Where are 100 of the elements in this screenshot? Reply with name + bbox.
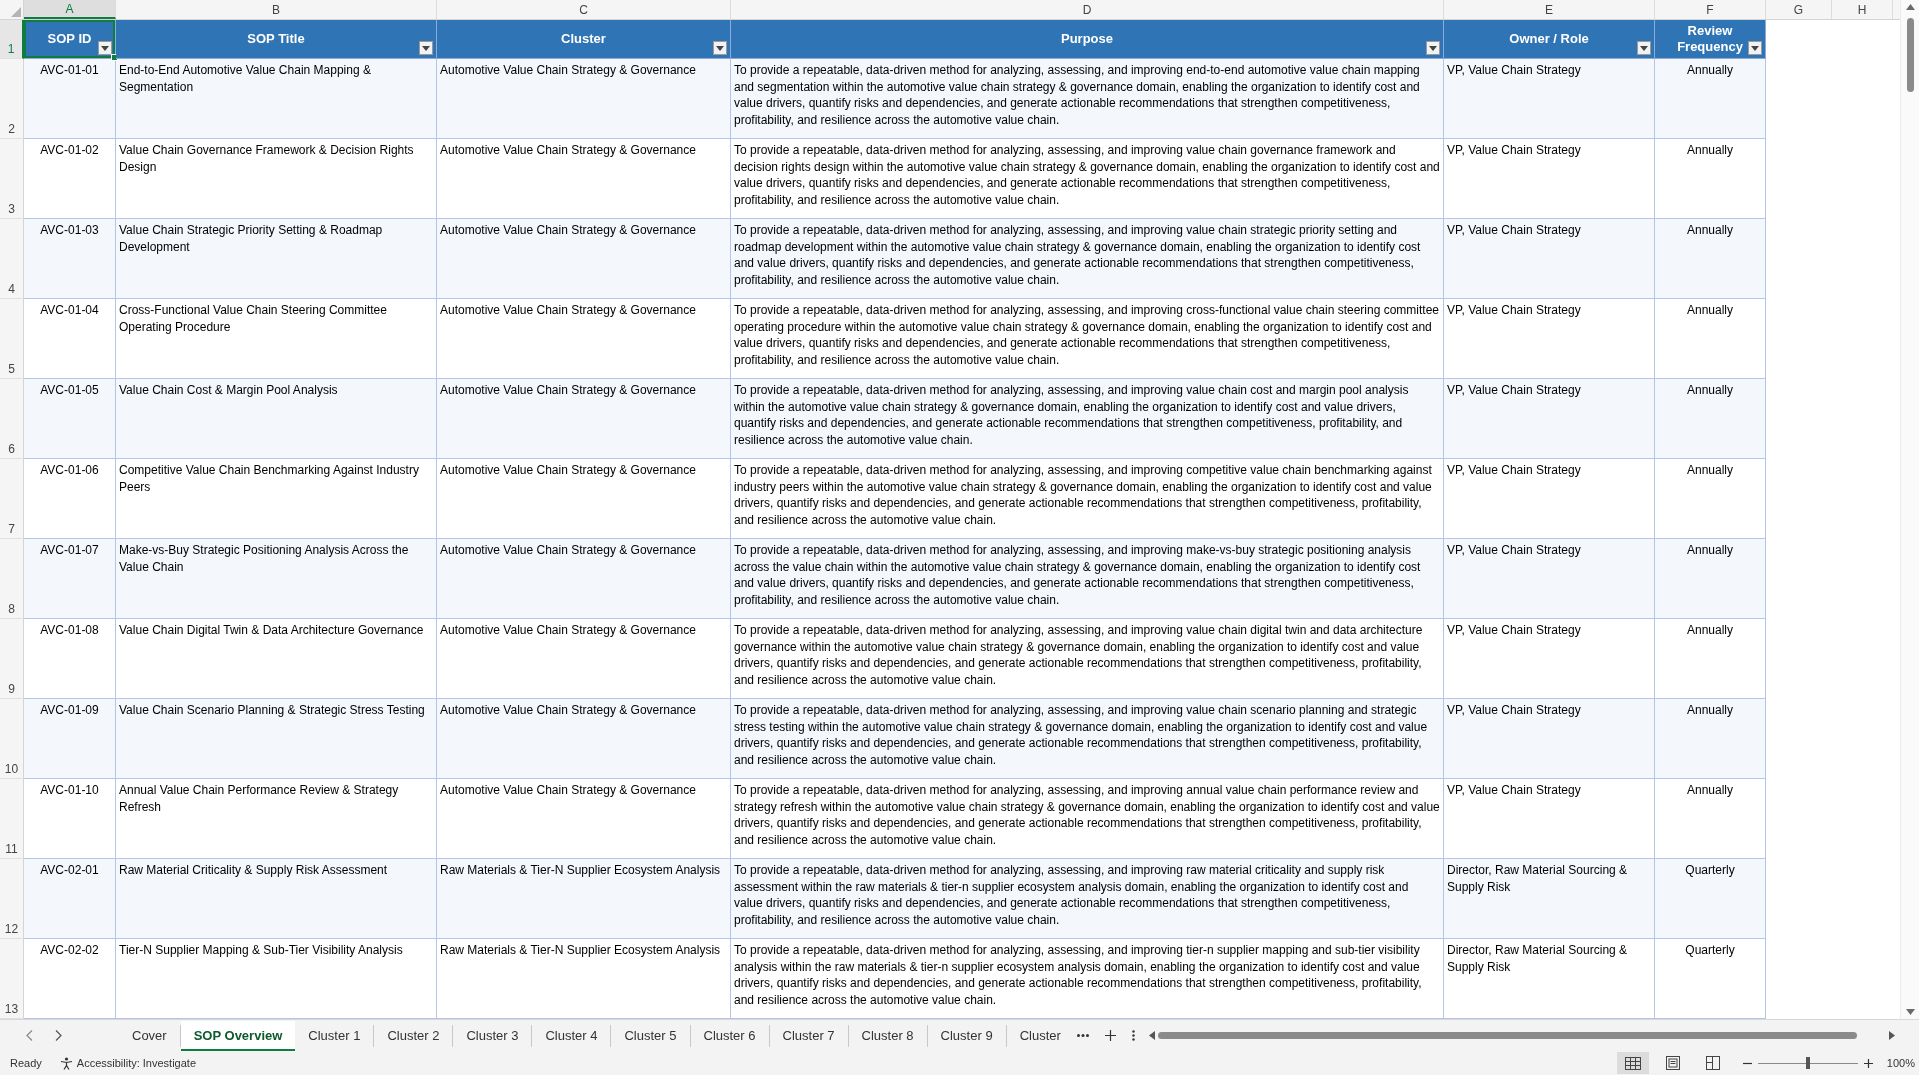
table-cell: VP, Value Chain Strategy bbox=[1444, 539, 1655, 619]
sheet-tab[interactable]: Cluster 4 bbox=[532, 1024, 612, 1047]
column-letter[interactable]: H bbox=[1832, 0, 1893, 19]
table-cell: VP, Value Chain Strategy bbox=[1444, 379, 1655, 459]
scroll-right-arrow-icon[interactable] bbox=[1889, 1031, 1895, 1040]
filter-button[interactable] bbox=[419, 41, 433, 55]
header-label: Owner / Role bbox=[1509, 31, 1589, 47]
table-cell: Annually bbox=[1655, 699, 1766, 779]
table-cell: Annually bbox=[1655, 539, 1766, 619]
zoom-percentage[interactable]: 100% bbox=[1886, 1057, 1915, 1069]
sheet-tab[interactable]: SOP Overview bbox=[180, 1020, 296, 1051]
table-cell: Make-vs-Buy Strategic Positioning Analysis Across the Value Chain bbox=[116, 539, 437, 619]
table-cell: AVC-01-09 bbox=[24, 699, 116, 779]
table-cell: Raw Material Criticality & Supply Risk Assessment bbox=[116, 859, 437, 939]
column-letter[interactable]: A bbox=[24, 0, 116, 19]
table-cell: VP, Value Chain Strategy bbox=[1444, 699, 1655, 779]
sheet-tab[interactable]: Cluster 3 bbox=[453, 1024, 533, 1047]
normal-view-button[interactable] bbox=[1616, 1052, 1649, 1074]
sheet-tab[interactable]: Cluster 1 bbox=[295, 1024, 375, 1047]
table-cell: Quarterly bbox=[1655, 859, 1766, 939]
sheet-tab[interactable]: Cluster 8 bbox=[848, 1024, 928, 1047]
row-number[interactable]: 8 bbox=[0, 539, 24, 619]
row-number[interactable]: 9 bbox=[0, 619, 24, 699]
row-number[interactable]: 13 bbox=[0, 939, 24, 1019]
accessibility-button[interactable]: Accessibility: Investigate bbox=[59, 1056, 196, 1070]
table-cell: Annually bbox=[1655, 59, 1766, 139]
row-number[interactable]: 6 bbox=[0, 379, 24, 459]
filter-button[interactable] bbox=[1426, 41, 1440, 55]
row-number[interactable]: 1 bbox=[0, 20, 24, 59]
row-number[interactable]: 10 bbox=[0, 699, 24, 779]
column-letter[interactable]: B bbox=[116, 0, 437, 19]
column-letter[interactable]: G bbox=[1766, 0, 1832, 19]
table-cell: AVC-01-01 bbox=[24, 59, 116, 139]
table-cell: VP, Value Chain Strategy bbox=[1444, 219, 1655, 299]
table-cell: Value Chain Strategic Priority Setting & Roadmap Development bbox=[116, 219, 437, 299]
column-letter[interactable]: D bbox=[731, 0, 1444, 19]
more-icon[interactable] bbox=[1076, 1034, 1089, 1037]
row-number[interactable]: 2 bbox=[0, 59, 24, 139]
chevron-left-icon[interactable] bbox=[26, 1030, 33, 1041]
zoom-slider-thumb[interactable] bbox=[1805, 1057, 1810, 1069]
table-cell: Value Chain Cost & Margin Pool Analysis bbox=[116, 379, 437, 459]
row-number[interactable]: 12 bbox=[0, 859, 24, 939]
header-label: Review Frequency bbox=[1676, 23, 1744, 55]
table-cell: Automotive Value Chain Strategy & Governance bbox=[437, 219, 731, 299]
sheet-tab[interactable]: Cluster 6 bbox=[690, 1024, 770, 1047]
chevron-right-icon[interactable] bbox=[55, 1030, 62, 1041]
table-cell: AVC-01-07 bbox=[24, 539, 116, 619]
header-label: SOP ID bbox=[47, 31, 92, 47]
vertical-dots-icon[interactable] bbox=[1131, 1030, 1135, 1041]
row-number[interactable]: 11 bbox=[0, 779, 24, 859]
table-cell: AVC-01-03 bbox=[24, 219, 116, 299]
sheet-tab[interactable]: Cluster 9 bbox=[927, 1024, 1007, 1047]
filter-button[interactable] bbox=[98, 41, 112, 55]
sheet-tab[interactable]: Cluster 5 bbox=[611, 1024, 691, 1047]
sheet-tab[interactable]: Cluster 7 bbox=[769, 1024, 849, 1047]
table-cell: AVC-02-01 bbox=[24, 859, 116, 939]
column-letter[interactable]: C bbox=[437, 0, 731, 19]
status-text: Ready bbox=[10, 1057, 42, 1069]
row-number[interactable]: 4 bbox=[0, 219, 24, 299]
header-label: Purpose bbox=[1061, 31, 1113, 47]
sheet-tab[interactable]: Cluster 2 bbox=[374, 1024, 454, 1047]
table-cell: To provide a repeatable, data-driven method for analyzing, assessing, and improving value chain cost and margin pool analysis within the automotive value chain strategy & governance domain, enabling the organization to identify cost and value drivers, quantify risks and dependencies, and generate actionable recommendations that strengthen competitiveness, profitability, and resilience across the automotive value chain. bbox=[731, 379, 1444, 459]
table-cell: To provide a repeatable, data-driven method for analyzing, assessing, and improving value chain strategic priority setting and roadmap development within the automotive value chain strategy & governance domain, enabling the organization to identify cost and value drivers, quantify risks and dependencies, and generate actionable recommendations that strengthen competitiveness, profitability, and resilience across the automotive value chain. bbox=[731, 219, 1444, 299]
table-cell: Director, Raw Material Sourcing & Supply Risk bbox=[1444, 859, 1655, 939]
column-letter[interactable]: E bbox=[1444, 0, 1655, 19]
table-cell: Value Chain Scenario Planning & Strategic Stress Testing bbox=[116, 699, 437, 779]
table-cell: Raw Materials & Tier-N Supplier Ecosystem Analysis bbox=[437, 859, 731, 939]
row-number[interactable]: 7 bbox=[0, 459, 24, 539]
sheet-tab[interactable]: Cover bbox=[119, 1024, 181, 1047]
caret-down-icon bbox=[716, 45, 724, 51]
filter-button[interactable] bbox=[1637, 41, 1651, 55]
scrollbar-thumb[interactable] bbox=[1906, 18, 1914, 92]
grid-icon bbox=[1624, 1056, 1641, 1070]
table-cell: Automotive Value Chain Strategy & Governance bbox=[437, 379, 731, 459]
scrollbar-thumb[interactable] bbox=[1157, 1032, 1857, 1039]
caret-down-icon bbox=[422, 45, 430, 51]
scroll-left-arrow-icon[interactable] bbox=[1148, 1031, 1155, 1040]
caret-down-icon bbox=[1751, 45, 1759, 51]
plus-icon[interactable] bbox=[1104, 1030, 1116, 1041]
table-cell: Annually bbox=[1655, 379, 1766, 459]
row-number[interactable]: 3 bbox=[0, 139, 24, 219]
page-icon bbox=[1665, 1056, 1680, 1070]
table-cell: End-to-End Automotive Value Chain Mapping & Segmentation bbox=[116, 59, 437, 139]
table-cell: To provide a repeatable, data-driven method for analyzing, assessing, and improving make-vs-buy strategic positioning analysis across the value chain within the automotive value chain strategy & governance domain, enabling the organization to identify cost and value drivers, quantify risks and dependencies, and generate actionable recommendations that strengthen competitiveness, profitability, and resilience across the automotive value chain. bbox=[731, 539, 1444, 619]
filter-button[interactable] bbox=[1748, 41, 1762, 55]
sheet-tab[interactable]: Cluster bbox=[1006, 1024, 1065, 1047]
table-cell: AVC-01-05 bbox=[24, 379, 116, 459]
row-number[interactable]: 5 bbox=[0, 299, 24, 379]
accessibility-icon bbox=[59, 1056, 73, 1070]
zoom-in-icon[interactable] bbox=[1863, 1058, 1873, 1068]
split-page-icon bbox=[1705, 1056, 1720, 1070]
table-cell: Annually bbox=[1655, 219, 1766, 299]
filter-button[interactable] bbox=[713, 41, 727, 55]
caret-down-icon bbox=[101, 45, 109, 51]
table-cell: VP, Value Chain Strategy bbox=[1444, 59, 1655, 139]
caret-down-icon bbox=[1429, 45, 1437, 51]
scroll-down-arrow-icon[interactable] bbox=[1905, 1009, 1915, 1015]
scroll-up-arrow-icon[interactable] bbox=[1905, 4, 1915, 10]
column-letter[interactable]: F bbox=[1655, 0, 1766, 19]
table-cell: Automotive Value Chain Strategy & Governance bbox=[437, 59, 731, 139]
